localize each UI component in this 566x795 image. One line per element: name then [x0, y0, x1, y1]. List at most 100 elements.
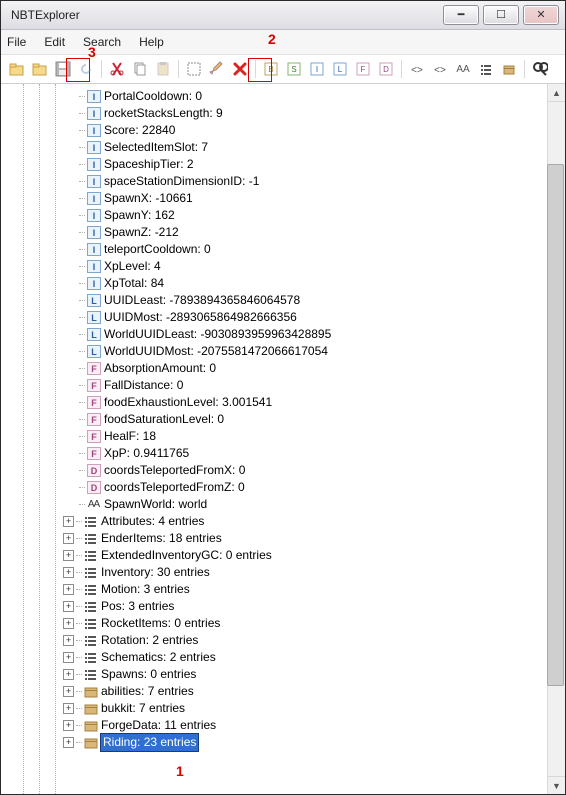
expand-icon[interactable]: +: [63, 516, 74, 527]
tree-node[interactable]: FFallDistance: 0: [1, 377, 565, 394]
vertical-scrollbar[interactable]: ▲ ▼: [547, 84, 565, 794]
tag-compound-button[interactable]: [499, 59, 519, 79]
tag-d-icon: D: [86, 464, 101, 478]
tree-node[interactable]: LWorldUUIDMost: -2075581472066617054: [1, 343, 565, 360]
tree-node[interactable]: +RocketItems: 0 entries: [1, 615, 565, 632]
tag-double-button[interactable]: D: [376, 59, 396, 79]
window-minimize-button[interactable]: ━: [443, 5, 479, 25]
tag-l-icon: L: [86, 311, 101, 325]
tree-node[interactable]: IXpTotal: 84: [1, 275, 565, 292]
save-button[interactable]: [53, 59, 73, 79]
tree-node[interactable]: IXpLevel: 4: [1, 258, 565, 275]
expand-icon[interactable]: +: [63, 567, 74, 578]
expand-icon[interactable]: +: [63, 635, 74, 646]
delete-button[interactable]: [230, 59, 250, 79]
expand-icon[interactable]: +: [63, 618, 74, 629]
tree-node[interactable]: +Pos: 3 entries: [1, 598, 565, 615]
tree-spacer: [63, 210, 77, 221]
window-maximize-button[interactable]: ☐: [483, 5, 519, 25]
tree-spacer: [63, 176, 77, 187]
tag-box-icon: [83, 702, 98, 716]
tree-node[interactable]: FfoodSaturationLevel: 0: [1, 411, 565, 428]
scroll-thumb[interactable]: [547, 164, 564, 686]
tree-node[interactable]: FHealF: 18: [1, 428, 565, 445]
tree-node[interactable]: DcoordsTeleportedFromZ: 0: [1, 479, 565, 496]
tree-view[interactable]: IPortalCooldown: 0IrocketStacksLength: 9…: [1, 84, 565, 794]
svg-text:I: I: [92, 143, 95, 153]
tag-f-icon: F: [86, 362, 101, 376]
tree-node[interactable]: +Inventory: 30 entries: [1, 564, 565, 581]
cut-button[interactable]: [107, 59, 127, 79]
tree-node[interactable]: +Motion: 3 entries: [1, 581, 565, 598]
tree-node[interactable]: IteleportCooldown: 0: [1, 241, 565, 258]
tree-node[interactable]: LWorldUUIDLeast: -9030893959963428895: [1, 326, 565, 343]
tree-node[interactable]: +bukkit: 7 entries: [1, 700, 565, 717]
tree-node[interactable]: LUUIDLeast: -7893894365846064578: [1, 292, 565, 309]
tag-byte-button[interactable]: B: [261, 59, 281, 79]
svg-text:I: I: [92, 160, 95, 170]
tag-intarray-button[interactable]: <>: [430, 59, 450, 79]
tag-short-button[interactable]: S: [284, 59, 304, 79]
tree-node[interactable]: ISpawnY: 162: [1, 207, 565, 224]
menu-file[interactable]: File: [7, 35, 26, 49]
expand-icon[interactable]: +: [63, 652, 74, 663]
node-label: coordsTeleportedFromX: 0: [104, 462, 245, 479]
tag-float-button[interactable]: F: [353, 59, 373, 79]
tree-node[interactable]: ISpaceshipTier: 2: [1, 156, 565, 173]
tree-node[interactable]: +Riding: 23 entries: [1, 734, 565, 751]
tree-node[interactable]: +Attributes: 4 entries: [1, 513, 565, 530]
tree-node[interactable]: +ForgeData: 11 entries: [1, 717, 565, 734]
svg-text:I: I: [92, 109, 95, 119]
menu-help[interactable]: Help: [139, 35, 164, 49]
tree-node[interactable]: +abilities: 7 entries: [1, 683, 565, 700]
tree-node[interactable]: FXpP: 0.9411765: [1, 445, 565, 462]
tree-node[interactable]: LUUIDMost: -2893065864982666356: [1, 309, 565, 326]
open-folder2-button[interactable]: [30, 59, 50, 79]
expand-icon[interactable]: +: [63, 550, 74, 561]
tag-f-icon: F: [86, 430, 101, 444]
expand-icon[interactable]: +: [63, 703, 74, 714]
tree-node[interactable]: +ExtendedInventoryGC: 0 entries: [1, 547, 565, 564]
tree-node[interactable]: IspaceStationDimensionID: -1: [1, 173, 565, 190]
tree-spacer: [63, 278, 77, 289]
open-folder-button[interactable]: [7, 59, 27, 79]
find-button[interactable]: [530, 59, 550, 79]
tree-node[interactable]: ISpawnX: -10661: [1, 190, 565, 207]
tree-node[interactable]: ISpawnZ: -212: [1, 224, 565, 241]
rename-button[interactable]: [184, 59, 204, 79]
copy-button[interactable]: [130, 59, 150, 79]
tree-node[interactable]: AASpawnWorld: world: [1, 496, 565, 513]
expand-icon[interactable]: +: [63, 720, 74, 731]
tree-node[interactable]: ISelectedItemSlot: 7: [1, 139, 565, 156]
tree-node[interactable]: DcoordsTeleportedFromX: 0: [1, 462, 565, 479]
tree-node[interactable]: +EnderItems: 18 entries: [1, 530, 565, 547]
window-close-button[interactable]: ✕: [523, 5, 559, 25]
tree-node[interactable]: FfoodExhaustionLevel: 3.001541: [1, 394, 565, 411]
tree-node[interactable]: IScore: 22840: [1, 122, 565, 139]
expand-icon[interactable]: +: [63, 737, 74, 748]
scroll-down-button[interactable]: ▼: [548, 776, 565, 794]
tree-node[interactable]: +Rotation: 2 entries: [1, 632, 565, 649]
expand-icon[interactable]: +: [63, 533, 74, 544]
tag-list-button[interactable]: [476, 59, 496, 79]
expand-icon[interactable]: +: [63, 686, 74, 697]
tree-node[interactable]: +Schematics: 2 entries: [1, 649, 565, 666]
tag-int-button[interactable]: I: [307, 59, 327, 79]
tree-node[interactable]: IPortalCooldown: 0: [1, 88, 565, 105]
scroll-up-button[interactable]: ▲: [548, 84, 565, 102]
edit-button[interactable]: [207, 59, 227, 79]
expand-icon[interactable]: +: [63, 601, 74, 612]
tag-string-button[interactable]: AA: [453, 59, 473, 79]
expand-icon[interactable]: +: [63, 584, 74, 595]
tag-long-button[interactable]: L: [330, 59, 350, 79]
tag-bytearray-button[interactable]: <>: [407, 59, 427, 79]
node-label: Score: 22840: [104, 122, 175, 139]
paste-button[interactable]: [153, 59, 173, 79]
tree-spacer: [63, 261, 77, 272]
tree-node[interactable]: +Spawns: 0 entries: [1, 666, 565, 683]
menu-edit[interactable]: Edit: [44, 35, 65, 49]
tree-node[interactable]: IrocketStacksLength: 9: [1, 105, 565, 122]
refresh-button[interactable]: [76, 59, 96, 79]
tree-node[interactable]: FAbsorptionAmount: 0: [1, 360, 565, 377]
expand-icon[interactable]: +: [63, 669, 74, 680]
